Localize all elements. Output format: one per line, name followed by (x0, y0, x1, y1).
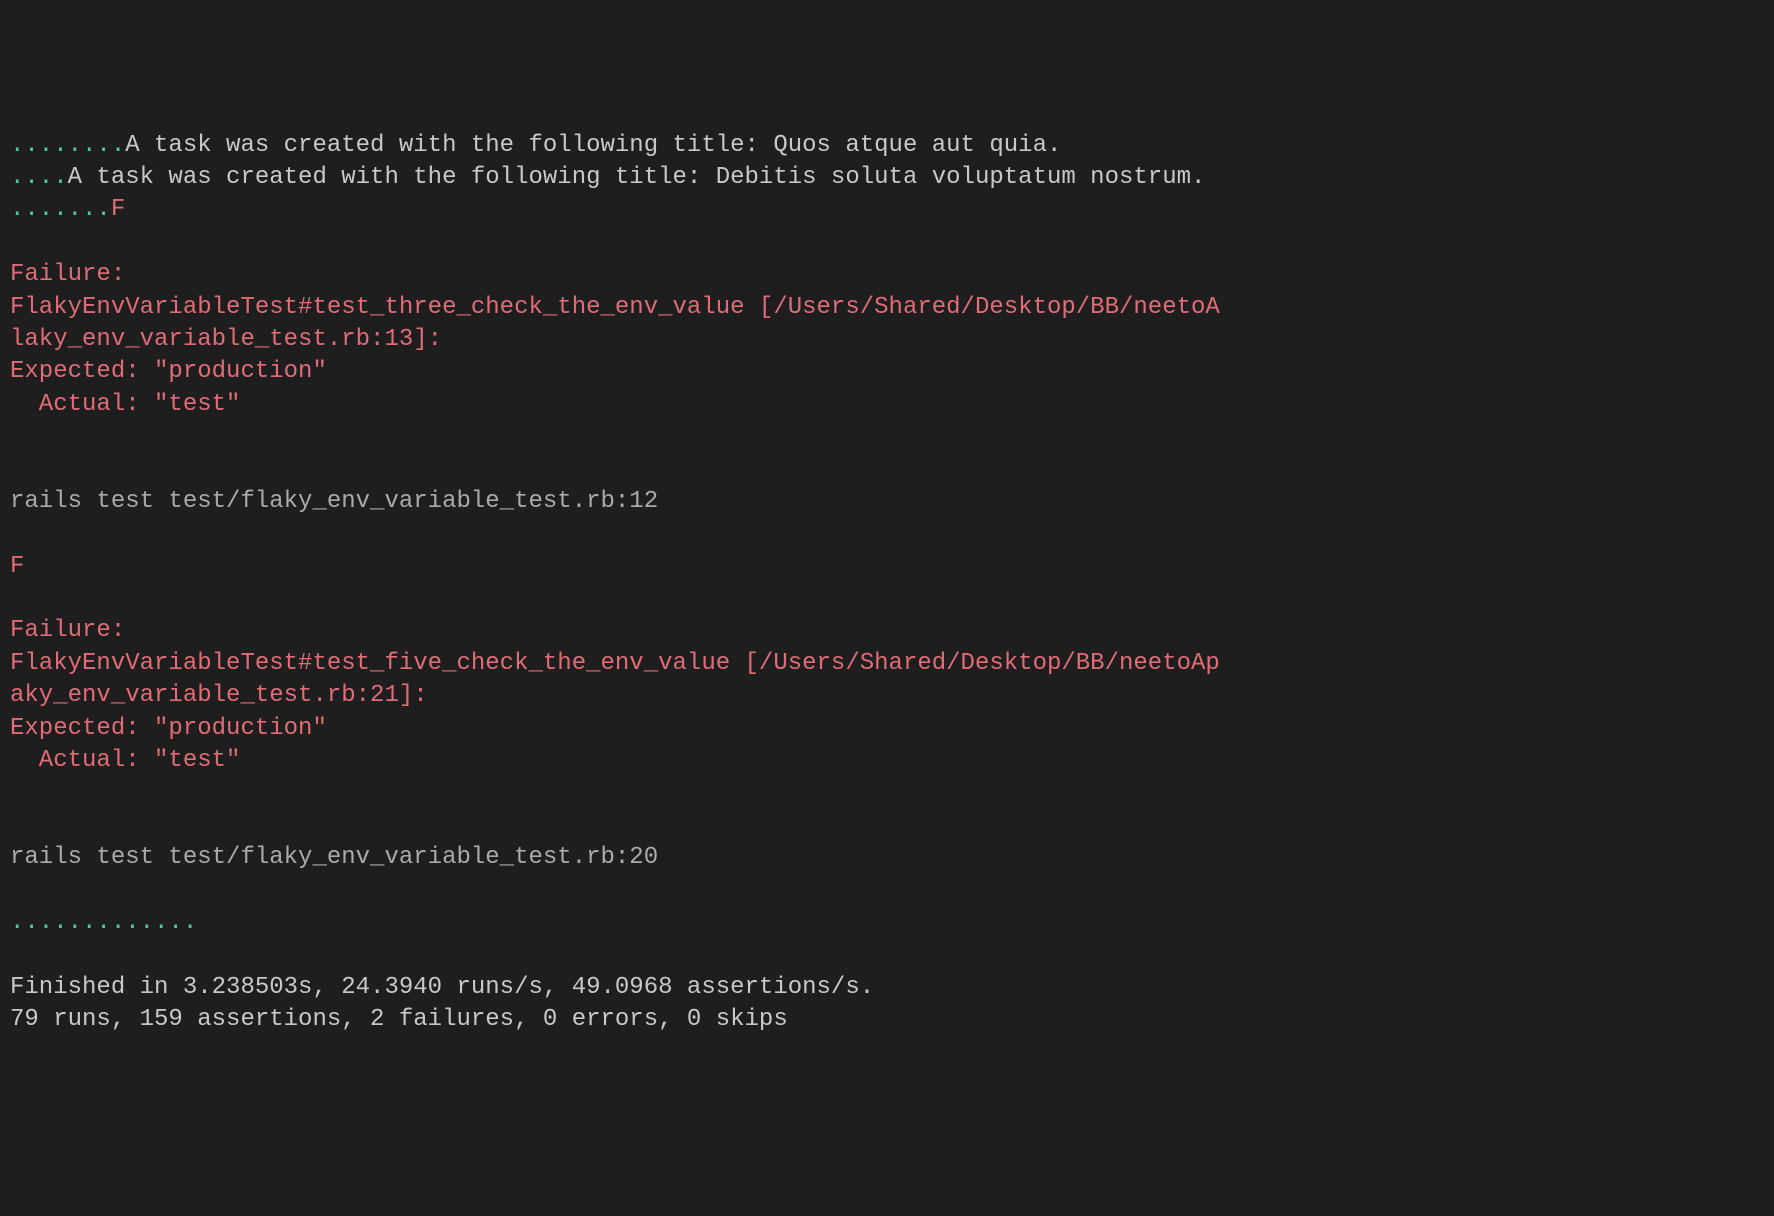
failure-marker-2: F (10, 553, 24, 580)
progress-dots-final: ............. (10, 909, 197, 936)
progress-dots: .... (10, 164, 68, 191)
test-summary: 79 runs, 159 assertions, 2 failures, 0 e… (10, 1006, 788, 1033)
failure-header-2: Failure: (10, 617, 125, 644)
failure-expected-2: Expected: "production" (10, 715, 327, 742)
rails-test-command-2: rails test test/flaky_env_variable_test.… (10, 844, 658, 871)
failure-marker: F (111, 196, 125, 223)
task-message-2: A task was created with the following ti… (68, 164, 1206, 191)
failure-file-2: aky_env_variable_test.rb:21]: (10, 682, 428, 709)
task-message-1: A task was created with the following ti… (125, 132, 1061, 159)
failure-actual-2: Actual: "test" (10, 747, 240, 774)
progress-dots: ........ (10, 132, 125, 159)
progress-dots: ....... (10, 196, 111, 223)
terminal-output: ........A task was created with the foll… (0, 130, 1774, 1037)
failure-file-1: laky_env_variable_test.rb:13]: (10, 326, 442, 353)
finished-timing: Finished in 3.238503s, 24.3940 runs/s, 4… (10, 974, 874, 1001)
failure-header-1: Failure: (10, 261, 125, 288)
failure-expected-1: Expected: "production" (10, 358, 327, 385)
failure-test-1: FlakyEnvVariableTest#test_three_check_th… (10, 294, 1220, 321)
rails-test-command-1: rails test test/flaky_env_variable_test.… (10, 488, 658, 515)
failure-test-2: FlakyEnvVariableTest#test_five_check_the… (10, 650, 1220, 677)
failure-actual-1: Actual: "test" (10, 391, 240, 418)
